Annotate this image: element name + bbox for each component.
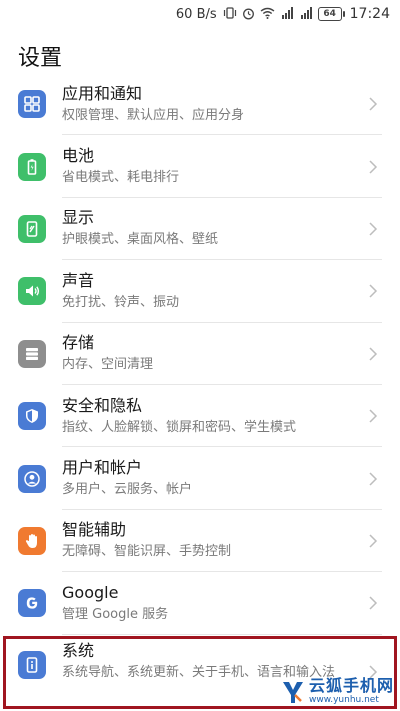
signal-icon	[299, 7, 313, 21]
signal-4g-icon	[280, 7, 294, 21]
item-subtitle: 内存、空间清理	[62, 357, 154, 373]
settings-item-security-privacy[interactable]: 安全和隐私 指纹、人脸解锁、锁屏和密码、学生模式	[0, 385, 400, 448]
item-title: 存储	[62, 333, 95, 353]
status-icons: 64	[223, 7, 345, 22]
google-icon	[18, 589, 46, 618]
info-icon	[18, 650, 46, 679]
item-title: 安全和隐私	[62, 395, 143, 415]
item-subtitle: 省电模式、耗电排行	[62, 170, 180, 186]
settings-item-accessibility[interactable]: 智能辅助 无障碍、智能识屏、手势控制	[0, 510, 400, 573]
item-title: 显示	[62, 208, 95, 228]
speaker-icon	[18, 277, 46, 306]
settings-item-storage[interactable]: 存储 内存、空间清理	[0, 323, 400, 385]
storage-icon	[18, 339, 46, 368]
settings-item-users-accounts[interactable]: 用户和帐户 多用户、云服务、帐户	[0, 447, 400, 510]
clock: 17:24	[349, 6, 390, 22]
watermark: 云狐手机网 www.yunhu.net	[280, 678, 394, 705]
fox-logo-icon	[280, 679, 306, 705]
wifi-icon	[260, 7, 275, 21]
chevron-right-icon	[366, 222, 380, 236]
watermark-url: www.yunhu.net	[308, 695, 379, 705]
settings-item-google[interactable]: Google 管理 Google 服务	[0, 572, 400, 635]
chevron-right-icon	[366, 534, 380, 548]
chevron-right-icon	[366, 596, 380, 610]
item-title: 电池	[62, 146, 95, 166]
battery-indicator: 64	[317, 7, 345, 21]
item-subtitle: 多用户、云服务、帐户	[62, 482, 193, 498]
shield-icon	[18, 402, 46, 431]
apps-grid-icon	[18, 90, 46, 119]
page-title: 设置	[18, 46, 63, 71]
item-title: 智能辅助	[62, 520, 127, 540]
chevron-right-icon	[366, 409, 380, 423]
item-title: 用户和帐户	[62, 458, 143, 478]
settings-item-sound[interactable]: 声音 免打扰、铃声、振动	[0, 260, 400, 323]
watermark-brand: 云狐手机网	[308, 676, 394, 695]
item-subtitle: 护眼模式、桌面风格、壁纸	[62, 232, 219, 248]
item-subtitle: 指纹、人脸解锁、锁屏和密码、学生模式	[62, 419, 297, 435]
item-title: 系统	[62, 640, 95, 660]
alarm-icon	[242, 7, 255, 22]
status-bar: 60 B/s 64 17:24	[0, 0, 400, 28]
item-title: 声音	[62, 270, 95, 290]
item-title: Google	[62, 582, 119, 602]
network-speed: 60 B/s	[175, 6, 217, 22]
display-icon	[18, 214, 46, 243]
settings-item-apps-notifications[interactable]: 应用和通知 权限管理、默认应用、应用分身	[0, 73, 400, 136]
item-subtitle: 权限管理、默认应用、应用分身	[62, 107, 245, 123]
battery-icon	[18, 152, 46, 181]
settings-item-battery[interactable]: 电池 省电模式、耗电排行	[0, 135, 400, 198]
user-icon	[18, 464, 46, 493]
chevron-right-icon	[366, 160, 380, 174]
chevron-right-icon	[366, 347, 380, 361]
vibrate-icon	[223, 7, 237, 21]
chevron-right-icon	[366, 97, 380, 111]
item-title: 应用和通知	[62, 83, 143, 103]
hand-icon	[18, 526, 46, 555]
settings-list: 应用和通知 权限管理、默认应用、应用分身 电池 省电模式、耗电排行 显示 护眼模…	[0, 73, 400, 711]
item-subtitle: 无障碍、智能识屏、手势控制	[62, 544, 232, 560]
item-subtitle: 管理 Google 服务	[62, 606, 169, 622]
item-subtitle: 免打扰、铃声、振动	[62, 294, 180, 310]
settings-item-display[interactable]: 显示 护眼模式、桌面风格、壁纸	[0, 198, 400, 261]
chevron-right-icon	[366, 284, 380, 298]
chevron-right-icon	[366, 472, 380, 486]
